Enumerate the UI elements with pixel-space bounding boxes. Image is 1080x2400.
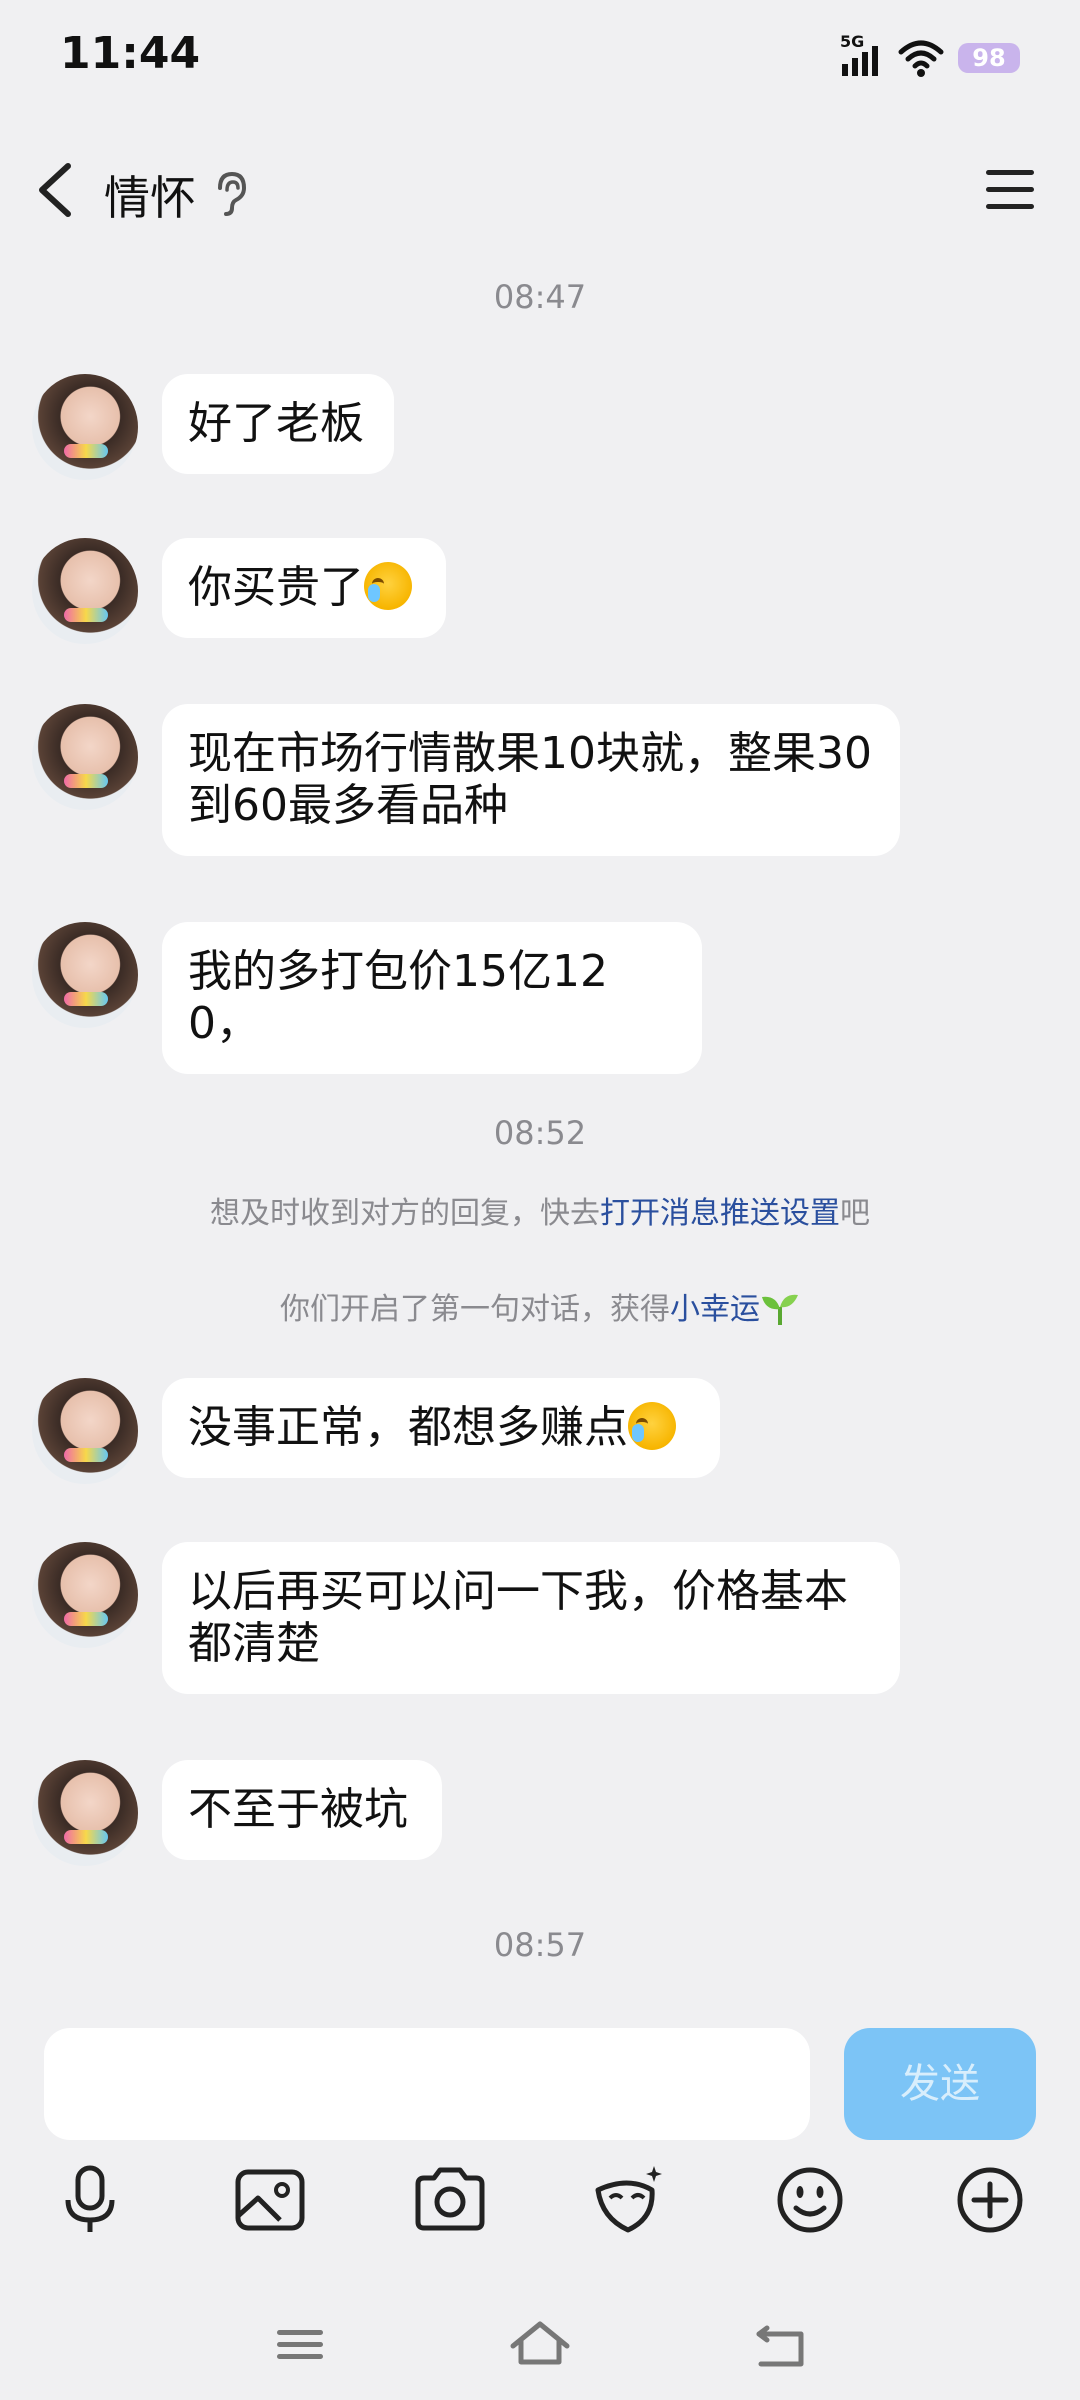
push-notice: 想及时收到对方的回复，快去打开消息推送设置吧 <box>0 1188 1080 1232</box>
toolbar <box>0 2160 1080 2250</box>
message-timestamp: 08:52 <box>493 1114 587 1152</box>
message-bubble[interactable]: 现在市场行情散果10块就，整果30到60最多看品种 <box>162 704 900 856</box>
home-icon[interactable] <box>505 2310 575 2380</box>
message-text: 你买贵了 <box>188 562 364 613</box>
message-timestamp: 08:47 <box>493 278 587 316</box>
message-timestamp: 08:57 <box>493 1926 587 1964</box>
menu-icon[interactable] <box>980 160 1040 220</box>
status-time: 11:44 <box>60 28 201 79</box>
message-text: 没事正常，都想多赚点 <box>188 1402 628 1453</box>
notice-text: 吧 <box>840 1196 870 1231</box>
send-button[interactable]: 发送 <box>844 2028 1036 2140</box>
recents-icon[interactable] <box>265 2310 335 2380</box>
status-bar: 11:44 5G 98 <box>0 0 1080 120</box>
mask-icon[interactable] <box>588 2160 668 2240</box>
crying-face-emoji-icon <box>628 1402 676 1450</box>
message-bubble[interactable]: 你买贵了 <box>162 538 446 638</box>
message-input[interactable] <box>44 2028 810 2140</box>
avatar[interactable] <box>32 538 138 644</box>
plus-circle-icon[interactable] <box>950 2160 1030 2240</box>
avatar[interactable] <box>32 704 138 810</box>
cellular-signal-icon: 5G <box>840 32 884 78</box>
input-bar: 发送 <box>0 2008 1080 2148</box>
avatar[interactable] <box>32 1760 138 1866</box>
crying-face-emoji-icon <box>364 562 412 610</box>
avatar[interactable] <box>32 922 138 1028</box>
message-bubble[interactable]: 以后再买可以问一下我，价格基本都清楚 <box>162 1542 900 1694</box>
image-icon[interactable] <box>230 2160 310 2240</box>
lucky-link[interactable]: 小幸运 <box>670 1292 760 1327</box>
chat-header: 情怀 <box>0 130 1080 250</box>
camera-icon[interactable] <box>410 2160 490 2240</box>
message-bubble[interactable]: 我的多打包价15亿120， <box>162 922 702 1074</box>
status-icons: 5G 98 <box>840 32 1020 82</box>
sprout-icon <box>762 1294 798 1325</box>
battery-indicator: 98 <box>958 43 1020 73</box>
push-settings-link[interactable]: 打开消息推送设置 <box>600 1196 840 1231</box>
first-chat-notice: 你们开启了第一句对话，获得小幸运 <box>0 1284 1080 1328</box>
avatar[interactable] <box>32 374 138 480</box>
wifi-icon <box>898 40 944 77</box>
microphone-icon[interactable] <box>50 2160 130 2240</box>
notice-text: 想及时收到对方的回复，快去 <box>210 1196 600 1231</box>
ear-icon <box>218 171 247 216</box>
message-bubble[interactable]: 没事正常，都想多赚点 <box>162 1378 720 1478</box>
avatar[interactable] <box>32 1542 138 1648</box>
avatar[interactable] <box>32 1378 138 1484</box>
chevron-left-icon[interactable] <box>30 160 90 220</box>
system-nav-bar <box>0 2300 1080 2400</box>
notice-text: 你们开启了第一句对话，获得 <box>280 1292 670 1327</box>
smiley-icon[interactable] <box>770 2160 850 2240</box>
message-bubble[interactable]: 好了老板 <box>162 374 394 474</box>
chat-title[interactable]: 情怀 <box>104 162 196 228</box>
message-bubble[interactable]: 不至于被坑 <box>162 1760 442 1860</box>
back-nav-icon[interactable] <box>745 2310 815 2380</box>
